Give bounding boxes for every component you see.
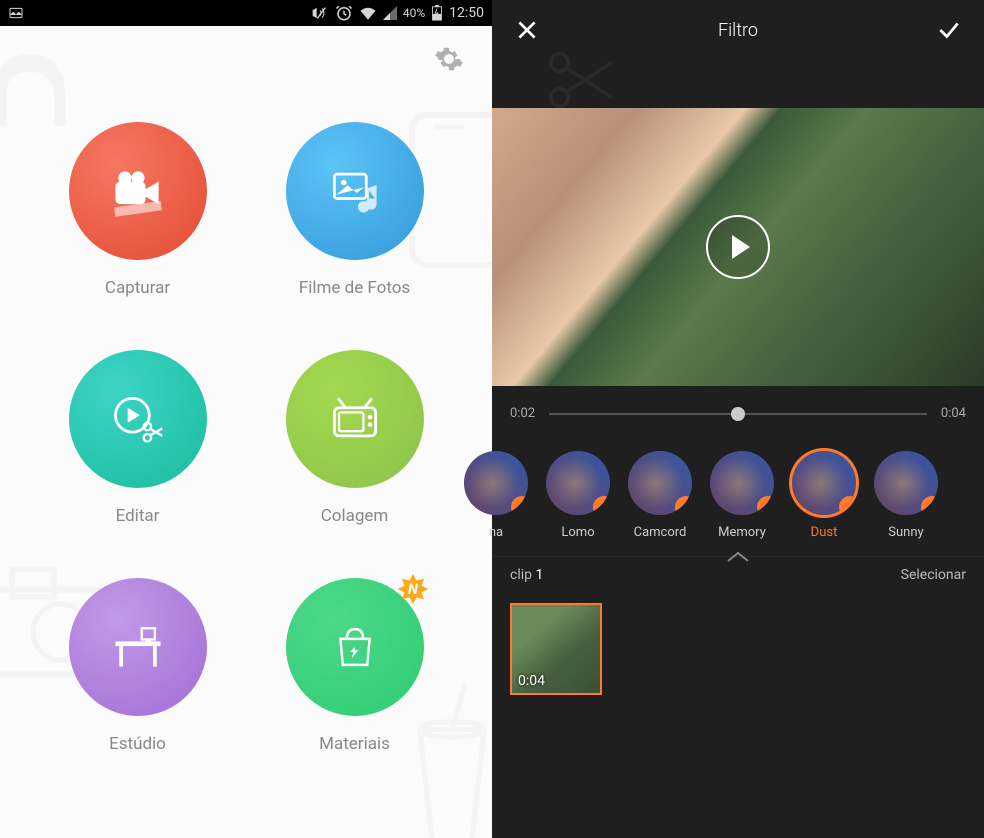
filter-item-lomo[interactable]: Lomo [546, 451, 610, 540]
filter-item-sunny[interactable]: Sunny [874, 451, 938, 540]
download-icon [511, 496, 528, 515]
filter-item-dust[interactable]: Dust [792, 451, 856, 540]
edit-label: Editar [116, 506, 160, 526]
status-bar: 40% 12:50 [0, 0, 492, 26]
clock-time: 12:50 [449, 5, 484, 21]
play-icon [732, 235, 750, 259]
new-badge-icon: N [396, 572, 430, 606]
image-indicator-icon [8, 5, 24, 21]
filter-strip[interactable]: na Lomo Camcord Memory Dust Sunny [464, 441, 984, 556]
photos-music-icon [325, 161, 385, 221]
studio-button[interactable]: Estúdio [44, 578, 231, 754]
materials-button[interactable]: N Materiais [261, 578, 448, 754]
capture-label: Capturar [105, 278, 170, 298]
battery-percent: 40% [403, 6, 425, 20]
collage-button[interactable]: Colagem [261, 350, 448, 526]
seek-thumb[interactable] [731, 407, 745, 421]
capture-button[interactable]: Capturar [44, 122, 231, 298]
filter-name: Lomo [561, 525, 594, 540]
home-grid: Capturar Filme de Fotos Editar Colagem E… [0, 82, 492, 794]
filter-screen: Filtro 0:02 0:04 na Lomo Camcord Memory [492, 0, 984, 838]
signal-icon [383, 6, 397, 20]
seek-bar: 0:02 0:04 [492, 386, 984, 441]
settings-icon[interactable] [434, 44, 464, 74]
filter-name: Camcord [634, 525, 687, 540]
seek-track[interactable] [549, 413, 927, 415]
select-button[interactable]: Selecionar [901, 567, 966, 583]
download-icon [839, 496, 856, 515]
desk-icon [108, 617, 168, 677]
filter-thumb [710, 451, 774, 515]
wifi-icon [359, 5, 377, 21]
download-icon [593, 496, 610, 515]
confirm-icon[interactable] [936, 17, 962, 43]
filter-thumb [792, 451, 856, 515]
download-icon [921, 496, 938, 515]
filter-item-memory[interactable]: Memory [710, 451, 774, 540]
filter-name: Memory [718, 525, 766, 540]
clip-duration: 0:04 [518, 673, 545, 689]
photo-movie-label: Filme de Fotos [299, 278, 410, 298]
timeline[interactable]: 0:04 [492, 593, 984, 715]
chevron-up-icon[interactable] [724, 549, 752, 565]
tv-icon [325, 389, 385, 449]
filter-thumb [546, 451, 610, 515]
camcorder-icon [108, 161, 168, 221]
photo-movie-button[interactable]: Filme de Fotos [261, 122, 448, 298]
time-current: 0:02 [510, 406, 535, 421]
filter-name: Sunny [888, 525, 923, 540]
filter-thumb [628, 451, 692, 515]
clip-bar: clip 1 Selecionar [492, 556, 984, 593]
alarm-icon [335, 4, 353, 22]
filter-name: Dust [811, 525, 838, 540]
svg-text:N: N [408, 581, 419, 598]
download-icon [675, 496, 692, 515]
video-preview [492, 108, 984, 386]
home-screen: 40% 12:50 Capturar Filme de Fotos Editar [0, 0, 492, 838]
edit-button[interactable]: Editar [44, 350, 231, 526]
play-button[interactable] [706, 215, 770, 279]
clip-label: clip 1 [510, 567, 543, 583]
shopping-bag-icon [329, 621, 381, 673]
filter-thumb [874, 451, 938, 515]
download-icon [757, 496, 774, 515]
vibrate-icon [311, 5, 329, 21]
time-total: 0:04 [941, 406, 966, 421]
materials-label: Materiais [319, 734, 390, 754]
studio-label: Estúdio [109, 734, 166, 754]
close-icon[interactable] [514, 17, 540, 43]
filter-title: Filtro [718, 20, 758, 41]
clip-thumbnail[interactable]: 0:04 [510, 603, 602, 695]
play-scissors-icon [108, 389, 168, 449]
battery-icon [431, 5, 443, 21]
filter-item-camcord[interactable]: Camcord [628, 451, 692, 540]
collage-label: Colagem [321, 506, 389, 526]
